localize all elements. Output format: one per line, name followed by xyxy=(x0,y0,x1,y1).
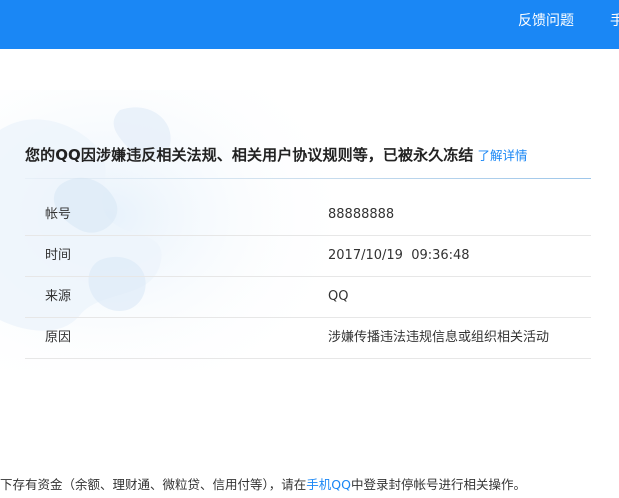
freeze-headline: 您的QQ因涉嫌违反相关法规、相关用户协议规则等，已被永久冻结 xyxy=(25,146,474,164)
time-label: 时间 xyxy=(45,248,72,263)
learn-more-link[interactable]: 了解详情 xyxy=(478,148,528,163)
nav-truncated-link[interactable]: 手 xyxy=(610,11,619,31)
detail-row-account: 帐号 88888888 xyxy=(25,195,591,236)
title-divider xyxy=(25,178,591,179)
funds-notice-text-start: 下存有资金（余额、理财通、微粒贷、信用付等），请在 xyxy=(0,477,307,492)
source-value: QQ xyxy=(328,289,349,304)
freeze-details-table: 帐号 88888888 时间 2017/10/19 09:36:48 来源 QQ… xyxy=(25,195,591,359)
detail-row-time: 时间 2017/10/19 09:36:48 xyxy=(25,236,591,277)
reason-label: 原因 xyxy=(45,330,72,345)
source-label: 来源 xyxy=(45,289,72,304)
account-label: 帐号 xyxy=(45,207,72,222)
funds-notice-text-end: 中登录封停帐号进行相关操作。 xyxy=(350,477,526,492)
detail-row-source: 来源 QQ xyxy=(25,277,591,318)
detail-row-reason: 原因 涉嫌传播违法违规信息或组织相关活动 xyxy=(25,318,591,359)
reason-value: 涉嫌传播违法违规信息或组织相关活动 xyxy=(328,330,550,345)
freeze-notice: 您的QQ因涉嫌违反相关法规、相关用户协议规则等，已被永久冻结 了解详情 xyxy=(25,143,605,167)
mobile-qq-link[interactable]: 手机QQ xyxy=(306,477,351,492)
time-value: 2017/10/19 09:36:48 xyxy=(328,248,470,263)
funds-notice: 下存有资金（余额、理财通、微粒贷、信用付等），请在手机QQ中登录封停帐号进行相关… xyxy=(0,475,619,495)
top-navigation-bar: 反馈问题 手 xyxy=(0,0,619,49)
nav-feedback-link[interactable]: 反馈问题 xyxy=(518,11,574,31)
account-value: 88888888 xyxy=(328,207,395,222)
